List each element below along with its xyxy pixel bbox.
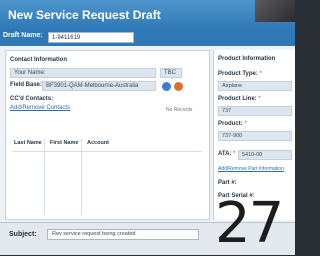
ata-label: ATA: * xyxy=(218,151,236,157)
product-label: Product: * xyxy=(218,121,247,127)
add-remove-part-link[interactable]: Add/Remove Part Information xyxy=(218,166,284,172)
clear-icon[interactable] xyxy=(174,82,183,91)
lookup-icon[interactable] xyxy=(162,82,171,91)
your-name-field[interactable]: Your Name: xyxy=(10,68,156,78)
overlay-number: 27 xyxy=(215,191,284,256)
your-name-label: Your Name: xyxy=(14,70,46,76)
contact-information-panel: Contact Information Your Name: TBC Field… xyxy=(5,50,210,220)
window-title: New Service Request Draft xyxy=(0,0,295,30)
background-photo-corner xyxy=(255,0,295,22)
no-records-text: No Records xyxy=(166,107,193,113)
part-number-label: Part #: xyxy=(218,180,237,186)
field-base-label: Field Base: xyxy=(10,82,43,88)
cc-contacts-table-body xyxy=(12,151,202,214)
subject-input[interactable]: Rev service request being created xyxy=(47,229,199,240)
cc-contacts-title: CC'd Contacts: xyxy=(10,96,54,102)
product-section-title: Product Information xyxy=(218,56,276,62)
col-account[interactable]: Account xyxy=(87,140,109,146)
contact-section-title: Contact Information xyxy=(10,57,67,63)
your-name-value: TBC xyxy=(160,68,182,78)
draft-name-bar: Draft Name: 1-9411619 xyxy=(0,30,295,46)
draft-name-input[interactable]: 1-9411619 xyxy=(48,32,134,43)
ata-input[interactable]: 5410-00 xyxy=(238,150,292,160)
product-line-label: Product Line: * xyxy=(218,96,261,102)
product-select[interactable]: 737-900 xyxy=(218,131,292,141)
cc-table-header: Last Name First Name Account xyxy=(12,140,112,150)
product-type-select[interactable]: Airplane xyxy=(218,81,292,91)
add-remove-contacts-link[interactable]: Add/Remove Contacts xyxy=(10,105,70,111)
draft-name-label: Draft Name: xyxy=(3,32,43,39)
service-request-window: New Service Request Draft Draft Name: 1-… xyxy=(0,0,295,256)
col-last-name[interactable]: Last Name xyxy=(14,140,42,146)
product-type-label: Product Type: * xyxy=(218,71,262,77)
col-first-name[interactable]: First Name xyxy=(50,140,78,146)
subject-label: Subject: xyxy=(9,231,37,238)
product-line-select[interactable]: 737 xyxy=(218,106,292,116)
field-base-input[interactable]: BF3901-QAM-Melbourne-Australia xyxy=(42,81,156,91)
